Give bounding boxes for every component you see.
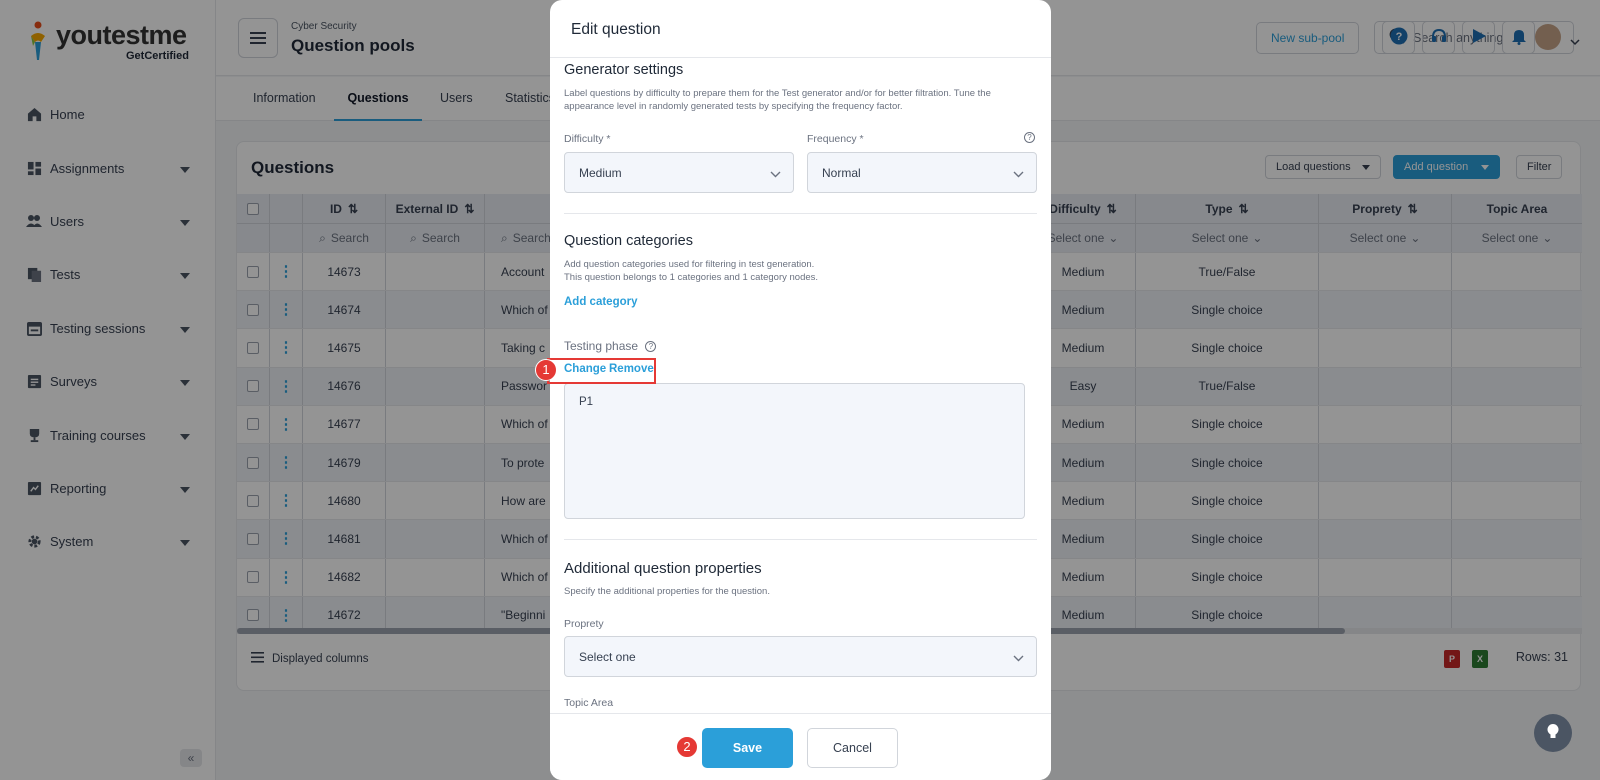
dialog-body[interactable]: Generator settings Label questions by di… — [564, 58, 1037, 713]
dialog-header: Edit question — [550, 0, 1051, 58]
save-button[interactable]: Save — [702, 728, 793, 768]
testing-phase-value: P1 — [579, 396, 594, 408]
lightbulb-icon — [1546, 723, 1560, 744]
generator-settings-title: Generator settings — [564, 62, 684, 78]
testing-phase-text: Testing phase — [564, 339, 639, 353]
divider — [564, 539, 1037, 540]
difficulty-value: Medium — [579, 165, 622, 180]
additional-properties-title: Additional question properties — [564, 560, 762, 577]
difficulty-label: Difficulty * — [564, 133, 611, 145]
cancel-button[interactable]: Cancel — [807, 728, 898, 768]
property-value: Select one — [579, 649, 636, 664]
frequency-help-icon[interactable]: ? — [1024, 132, 1035, 143]
additional-properties-desc: Specify the additional properties for th… — [564, 586, 770, 597]
difficulty-select[interactable]: Medium — [564, 152, 794, 193]
step-badge-1: 1 — [535, 359, 557, 381]
testing-phase-label: Testing phase ? — [564, 339, 657, 353]
divider — [564, 213, 1037, 214]
chevron-down-icon — [1013, 651, 1024, 665]
testing-phase-help-icon[interactable]: ? — [645, 341, 657, 353]
topic-area-label: Topic Area — [564, 697, 614, 709]
step-badge-2: 2 — [676, 736, 698, 758]
chevron-down-icon — [1013, 167, 1024, 181]
question-categories-title: Question categories — [564, 233, 693, 249]
property-select[interactable]: Select one — [564, 636, 1037, 677]
dialog-footer: Save Cancel — [550, 713, 1051, 780]
edit-question-dialog: Edit question Generator settings Label q… — [550, 0, 1051, 780]
categories-desc-2: This question belongs to 1 categories an… — [564, 272, 819, 283]
frequency-select[interactable]: Normal — [807, 152, 1037, 193]
generator-settings-desc: Label questions by difficulty to prepare… — [564, 88, 991, 112]
help-fab-button[interactable] — [1534, 714, 1572, 752]
frequency-value: Normal — [822, 165, 861, 180]
dialog-title: Edit question — [571, 21, 661, 38]
frequency-label: Frequency * — [807, 133, 864, 145]
chevron-down-icon — [770, 167, 781, 181]
property-label: Proprety — [564, 618, 604, 630]
testing-phase-box: P1 — [564, 383, 1025, 519]
add-category-link[interactable]: Add category — [564, 296, 638, 308]
change-remove-highlight — [547, 358, 656, 384]
categories-desc-1: Add question categories used for filteri… — [564, 259, 815, 270]
